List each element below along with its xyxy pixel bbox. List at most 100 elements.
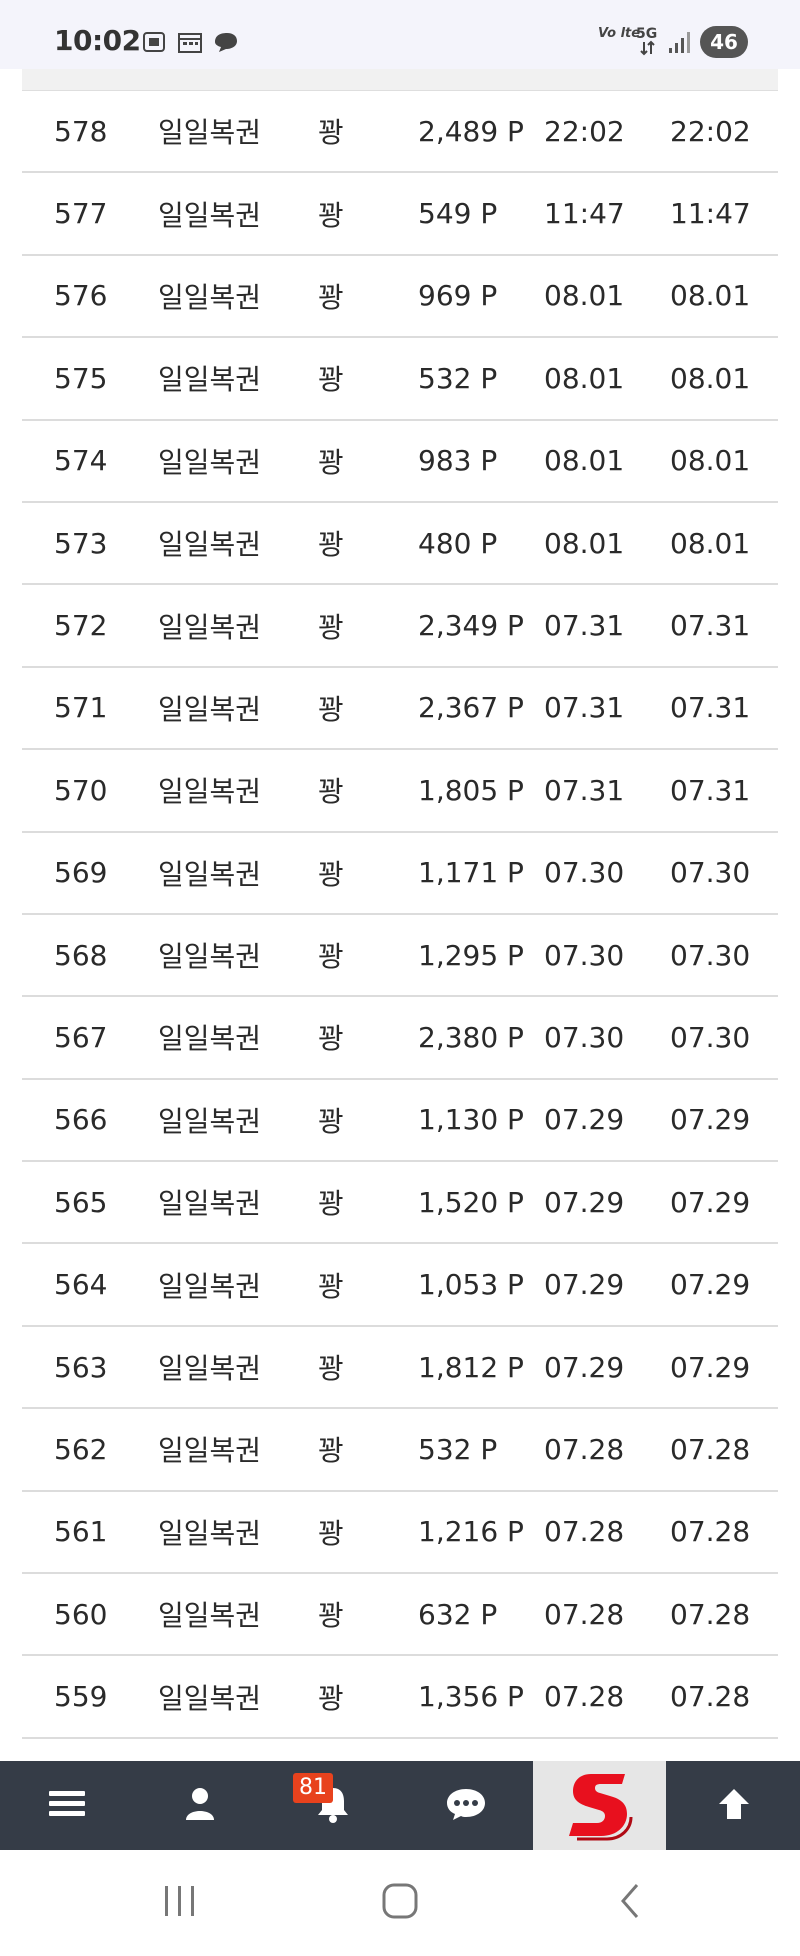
back-button[interactable] bbox=[570, 1850, 690, 1956]
table-row[interactable]: 577 일일복권 꽝 549 P 11:47 11:47 bbox=[22, 173, 778, 256]
row-points: 1,295 P bbox=[418, 938, 524, 972]
table-body: 578 일일복권 꽝 2,489 P 22:02 22:02 577 일일복권 꽝 549 P 11… bbox=[22, 91, 778, 1739]
table-row[interactable]: 578 일일복권 꽝 2,489 P 22:02 22:02 bbox=[22, 91, 778, 174]
row-number: 574 bbox=[54, 444, 108, 478]
row-date-2: 07.28 bbox=[670, 1597, 751, 1631]
row-date-2: 08.01 bbox=[670, 444, 751, 478]
row-name: 일일복권 bbox=[158, 280, 262, 314]
bottom-nav: 81 bbox=[0, 1761, 800, 1850]
row-result: 꽝 bbox=[318, 1187, 344, 1221]
row-result: 꽝 bbox=[318, 445, 344, 479]
row-date-2: 07.30 bbox=[670, 1020, 751, 1054]
row-date: 22:02 bbox=[544, 114, 625, 148]
row-points: 2,349 P bbox=[418, 609, 524, 643]
status-time: 10:02 bbox=[54, 24, 141, 57]
row-date: 07.28 bbox=[544, 1680, 625, 1714]
table-row[interactable]: 571 일일복권 꽝 2,367 P 07.31 07.31 bbox=[22, 668, 778, 751]
menu-icon bbox=[47, 1788, 87, 1824]
table-header-strip bbox=[22, 69, 778, 91]
row-result: 꽝 bbox=[318, 1269, 344, 1303]
row-date-2: 07.29 bbox=[670, 1350, 751, 1384]
row-name: 일일복권 bbox=[158, 1022, 262, 1056]
row-number: 572 bbox=[54, 609, 108, 643]
table-row[interactable]: 565 일일복권 꽝 1,520 P 07.29 07.29 bbox=[22, 1162, 778, 1245]
row-points: 549 P bbox=[418, 197, 498, 231]
nav-scroll-top-button[interactable] bbox=[667, 1761, 800, 1850]
row-result: 꽝 bbox=[318, 1599, 344, 1633]
row-number: 575 bbox=[54, 361, 108, 395]
row-date: 08.01 bbox=[544, 444, 625, 478]
row-points: 1,053 P bbox=[418, 1268, 524, 1302]
row-number: 559 bbox=[54, 1680, 108, 1714]
row-number: 576 bbox=[54, 279, 108, 313]
row-result: 꽝 bbox=[318, 775, 344, 809]
table-row[interactable]: 569 일일복권 꽝 1,171 P 07.30 07.30 bbox=[22, 833, 778, 915]
row-name: 일일복권 bbox=[158, 1434, 262, 1468]
nav-menu-button[interactable] bbox=[0, 1761, 133, 1850]
row-result: 꽝 bbox=[318, 940, 344, 974]
table-row[interactable]: 564 일일복권 꽝 1,053 P 07.29 07.29 bbox=[22, 1244, 778, 1327]
row-date-2: 22:02 bbox=[670, 114, 751, 148]
row-result: 꽝 bbox=[318, 528, 344, 562]
table-row[interactable]: 567 일일복권 꽝 2,380 P 07.30 07.30 bbox=[22, 997, 778, 1080]
nav-profile-button[interactable] bbox=[133, 1761, 266, 1850]
row-result: 꽝 bbox=[318, 1681, 344, 1715]
row-points: 632 P bbox=[418, 1597, 498, 1631]
row-points: 2,380 P bbox=[418, 1020, 524, 1054]
row-result: 꽝 bbox=[318, 610, 344, 644]
table-row[interactable]: 575 일일복권 꽝 532 P 08.01 08.01 bbox=[22, 338, 778, 421]
row-result: 꽝 bbox=[318, 116, 344, 150]
table-row[interactable]: 570 일일복권 꽝 1,805 P 07.31 07.31 bbox=[22, 750, 778, 833]
row-points: 1,130 P bbox=[418, 1103, 524, 1137]
row-points: 532 P bbox=[418, 361, 498, 395]
row-number: 570 bbox=[54, 773, 108, 807]
table-row[interactable]: 573 일일복권 꽝 480 P 08.01 08.01 bbox=[22, 503, 778, 586]
row-date: 07.29 bbox=[544, 1103, 625, 1137]
table-row[interactable]: 560 일일복권 꽝 632 P 07.28 07.28 bbox=[22, 1574, 778, 1657]
row-number: 571 bbox=[54, 691, 108, 725]
row-date-2: 07.28 bbox=[670, 1432, 751, 1466]
table-row[interactable]: 562 일일복권 꽝 532 P 07.28 07.28 bbox=[22, 1409, 778, 1492]
row-date: 08.01 bbox=[544, 279, 625, 313]
row-name: 일일복권 bbox=[158, 1269, 262, 1303]
row-date-2: 07.29 bbox=[670, 1103, 751, 1137]
row-date-2: 07.31 bbox=[670, 609, 751, 643]
table-row[interactable]: 566 일일복권 꽝 1,130 P 07.29 07.29 bbox=[22, 1080, 778, 1163]
row-result: 꽝 bbox=[318, 1022, 344, 1056]
row-points: 1,805 P bbox=[418, 773, 524, 807]
row-name: 일일복권 bbox=[158, 692, 262, 726]
row-date-2: 07.30 bbox=[670, 938, 751, 972]
table-row[interactable]: 568 일일복권 꽝 1,295 P 07.30 07.30 bbox=[22, 915, 778, 998]
row-name: 일일복권 bbox=[158, 610, 262, 644]
chat-icon bbox=[444, 1786, 488, 1826]
row-date: 07.31 bbox=[544, 609, 625, 643]
row-number: 573 bbox=[54, 526, 108, 560]
calendar-icon bbox=[177, 30, 203, 54]
table-row[interactable]: 572 일일복권 꽝 2,349 P 07.31 07.31 bbox=[22, 585, 778, 668]
table-row[interactable]: 563 일일복권 꽝 1,812 P 07.29 07.29 bbox=[22, 1327, 778, 1410]
nav-home-logo-button[interactable] bbox=[533, 1761, 666, 1850]
row-number: 577 bbox=[54, 197, 108, 231]
row-points: 1,812 P bbox=[418, 1350, 524, 1384]
row-date: 07.29 bbox=[544, 1350, 625, 1384]
row-points: 969 P bbox=[418, 279, 498, 313]
table-row[interactable]: 561 일일복권 꽝 1,216 P 07.28 07.28 bbox=[22, 1492, 778, 1575]
row-date: 07.30 bbox=[544, 1020, 625, 1054]
home-button[interactable] bbox=[340, 1850, 460, 1956]
row-name: 일일복권 bbox=[158, 116, 262, 150]
data-arrows-icon bbox=[640, 40, 656, 56]
row-points: 532 P bbox=[418, 1432, 498, 1466]
recents-button[interactable] bbox=[120, 1850, 240, 1956]
table-row[interactable]: 576 일일복권 꽝 969 P 08.01 08.01 bbox=[22, 256, 778, 339]
system-nav-bar bbox=[0, 1850, 800, 1956]
row-date-2: 08.01 bbox=[670, 526, 751, 560]
row-result: 꽝 bbox=[318, 280, 344, 314]
nav-chat-button[interactable] bbox=[399, 1761, 532, 1850]
table-row[interactable]: 559 일일복권 꽝 1,356 P 07.28 07.28 bbox=[22, 1656, 778, 1739]
home-icon bbox=[380, 1881, 420, 1925]
row-result: 꽝 bbox=[318, 692, 344, 726]
row-date-2: 08.01 bbox=[670, 361, 751, 395]
row-number: 560 bbox=[54, 1597, 108, 1631]
row-name: 일일복권 bbox=[158, 775, 262, 809]
table-row[interactable]: 574 일일복권 꽝 983 P 08.01 08.01 bbox=[22, 421, 778, 503]
